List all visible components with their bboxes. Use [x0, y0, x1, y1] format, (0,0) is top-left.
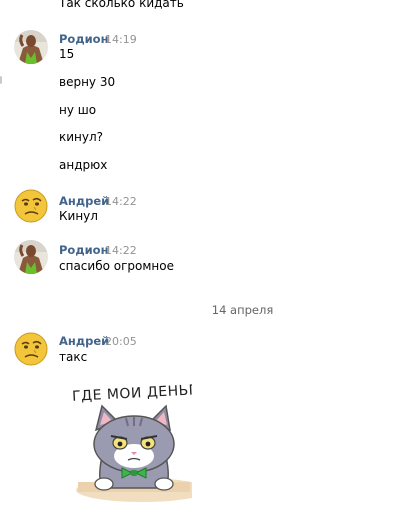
avatar-rodion[interactable]: [14, 240, 48, 274]
message-text: верну 30: [59, 75, 116, 89]
troll-face-icon: [14, 189, 48, 223]
message-time[interactable]: 20:05: [105, 335, 137, 348]
avatar-andrey[interactable]: [14, 189, 48, 223]
author-name[interactable]: Родион: [59, 243, 109, 257]
avatar-andrey[interactable]: [14, 332, 48, 366]
user-photo-icon: [14, 240, 48, 274]
author-name[interactable]: Андрей: [59, 334, 109, 348]
message-text: такс: [59, 350, 88, 364]
message-time[interactable]: 14:22: [105, 244, 137, 257]
message-text: Так сколько кидать: [59, 0, 184, 10]
sticker-caption: ГДЕ МОИ ДЕНЬГИ?: [72, 381, 192, 405]
avatar-rodion[interactable]: [14, 30, 48, 64]
message-text: андрюх: [59, 158, 108, 172]
message-text: 15: [59, 47, 75, 61]
grumpy-cat-sticker-icon: ГДЕ МОИ ДЕНЬГИ?: [72, 381, 217, 502]
sticker[interactable]: ГДЕ МОИ ДЕНЬГИ?: [66, 378, 217, 506]
message-text: спасибо огромное: [59, 259, 174, 273]
message-time[interactable]: 14:19: [105, 33, 137, 46]
date-separator: 14 апреля: [211, 303, 274, 317]
author-name[interactable]: Родион: [59, 32, 109, 46]
troll-face-icon: [14, 332, 48, 366]
user-photo-icon: [14, 30, 48, 64]
author-name[interactable]: Андрей: [59, 194, 109, 208]
message-text: Кинул: [59, 209, 98, 223]
scroll-edge-indicator[interactable]: [0, 76, 2, 84]
message-text: ну шо: [59, 103, 97, 117]
message-time[interactable]: 14:22: [105, 195, 137, 208]
chat-history[interactable]: Так сколько кидать Родион 14:19 15 верну…: [0, 0, 407, 532]
message-text: кинул?: [59, 130, 104, 144]
